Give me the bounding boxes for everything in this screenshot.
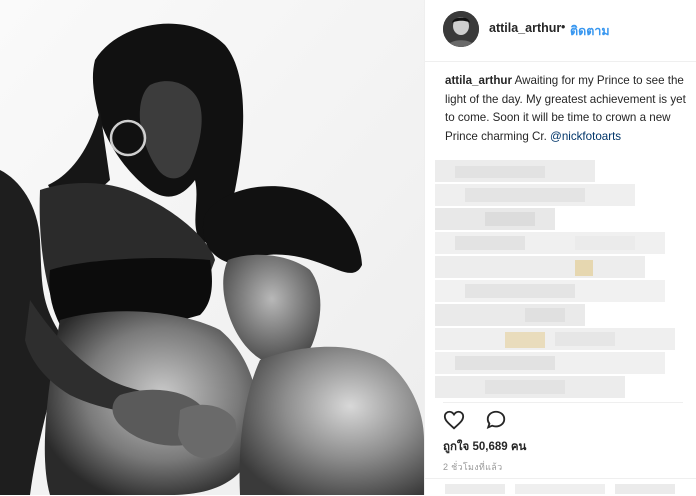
caption-mention-link[interactable]: @nickfotoarts (550, 130, 621, 143)
instagram-post: attila_arthur • ติดตาม attila_arthur Awa… (0, 0, 696, 495)
profile-avatar[interactable] (443, 11, 479, 47)
likes-count[interactable]: ถูกใจ 50,689 คน (443, 438, 526, 456)
pixelated-comments (435, 160, 675, 398)
comments-area-blurred (425, 160, 696, 400)
comment-bubble-icon[interactable] (485, 409, 507, 431)
username-link[interactable]: attila_arthur (489, 21, 561, 35)
post-timestamp[interactable]: 2 ชั่วโมงที่แล้ว (443, 460, 502, 474)
post-caption: attila_arthur Awaiting for my Prince to … (445, 72, 689, 146)
heart-icon[interactable] (443, 409, 465, 431)
caption-username[interactable]: attila_arthur (445, 74, 512, 87)
follow-button[interactable]: ติดตาม (570, 21, 610, 41)
avatar-image (443, 11, 479, 47)
comment-bar-blurred (425, 478, 696, 496)
post-header: attila_arthur • ติดตาม (425, 0, 696, 62)
post-details-panel: attila_arthur • ติดตาม attila_arthur Awa… (424, 0, 696, 495)
photo-image (0, 0, 424, 495)
post-actions (443, 402, 683, 431)
post-photo[interactable] (0, 0, 424, 495)
pixelated-footer (445, 484, 675, 494)
separator-dot: • (561, 20, 566, 34)
